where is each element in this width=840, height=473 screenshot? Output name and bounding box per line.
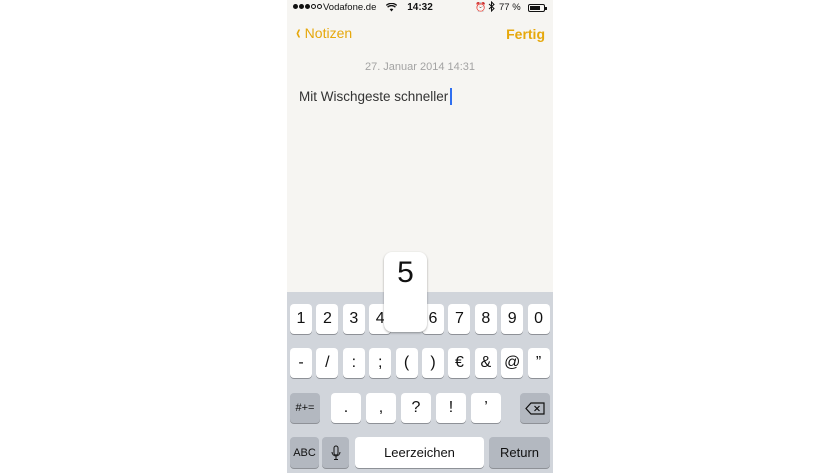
key-7-label: 7 xyxy=(454,310,464,327)
key-punct-1[interactable]: , xyxy=(366,393,396,423)
key-popup-label: 5 xyxy=(397,256,414,289)
chevron-left-icon: ‹ xyxy=(296,22,301,44)
bluetooth-icon xyxy=(488,0,495,14)
more-symbols-key-label: #+= xyxy=(295,402,315,414)
key-symbol-4[interactable]: ( xyxy=(395,348,418,378)
space-key[interactable]: Leerzeichen xyxy=(355,437,484,468)
abc-key-label: ABC xyxy=(293,446,316,459)
key-symbol-0-label: - xyxy=(298,354,304,371)
key-symbol-5[interactable]: ) xyxy=(422,348,444,378)
key-9-label: 9 xyxy=(507,310,517,327)
return-key-label: Return xyxy=(499,445,540,460)
backspace-icon xyxy=(525,401,545,415)
key-symbol-9[interactable]: ” xyxy=(527,348,550,378)
delete-key[interactable] xyxy=(520,393,550,423)
key-3-label: 3 xyxy=(349,310,359,327)
abc-key[interactable]: ABC xyxy=(290,437,319,468)
key-symbol-4-label: ( xyxy=(403,354,410,371)
key-6-label: 6 xyxy=(428,310,438,327)
key-symbol-8[interactable]: @ xyxy=(501,348,524,378)
key-symbol-2[interactable]: : xyxy=(342,348,365,378)
key-punct-2-label: ? xyxy=(411,399,421,416)
key-punct-3-label: ! xyxy=(448,399,454,416)
text-cursor xyxy=(450,88,453,105)
key-punct-4-label: ’ xyxy=(484,399,488,416)
key-punct-1-label: , xyxy=(378,399,384,416)
key-symbol-1[interactable]: / xyxy=(316,348,339,378)
key-punct-0-label: . xyxy=(343,399,349,416)
dictation-key[interactable] xyxy=(322,437,349,468)
battery-percent: 77 % xyxy=(499,2,521,13)
key-symbol-5-label: ) xyxy=(430,354,436,371)
key-1-label: 1 xyxy=(296,310,306,327)
key-2[interactable]: 2 xyxy=(316,304,339,334)
key-2-label: 2 xyxy=(322,310,332,327)
key-8-label: 8 xyxy=(481,310,491,327)
alarm-icon: ⏰ xyxy=(475,2,487,12)
key-symbol-6[interactable]: € xyxy=(448,348,471,378)
key-0[interactable]: 0 xyxy=(527,304,550,334)
key-7[interactable]: 7 xyxy=(448,304,471,334)
key-1[interactable]: 1 xyxy=(290,304,312,334)
note-body[interactable]: Mit Wischgeste schneller xyxy=(299,88,453,105)
return-key[interactable]: Return xyxy=(489,437,550,468)
key-symbol-0[interactable]: - xyxy=(290,348,312,378)
key-symbol-3[interactable]: ; xyxy=(369,348,392,378)
key-punct-0[interactable]: . xyxy=(331,393,361,423)
key-symbol-8-label: @ xyxy=(504,354,521,371)
key-punct-4[interactable]: ’ xyxy=(471,393,501,423)
key-punct-3[interactable]: ! xyxy=(436,393,466,423)
key-0-label: 0 xyxy=(534,310,544,327)
phone-screen: Vodafone.de 14:32 ⏰ 77 % ‹ Notizen Ferti… xyxy=(287,0,553,473)
key-symbol-3-label: ; xyxy=(377,354,383,371)
note-text: Mit Wischgeste schneller xyxy=(299,89,449,104)
key-punct-2[interactable]: ? xyxy=(401,393,431,423)
key-3[interactable]: 3 xyxy=(342,304,365,334)
key-symbol-7[interactable]: & xyxy=(474,348,497,378)
note-date: 27. Januar 2014 14:31 xyxy=(364,61,476,73)
key-symbol-7-label: & xyxy=(480,354,492,371)
key-symbol-1-label: / xyxy=(325,354,330,371)
battery-icon xyxy=(528,4,547,12)
key-symbol-9-label: ” xyxy=(535,354,542,371)
key-symbol-6-label: € xyxy=(454,354,464,371)
key-popup: 5 xyxy=(384,252,427,332)
status-bar: Vodafone.de 14:32 ⏰ 77 % xyxy=(287,0,553,17)
key-9[interactable]: 9 xyxy=(501,304,524,334)
microphone-icon xyxy=(331,445,340,460)
key-8[interactable]: 8 xyxy=(474,304,497,334)
done-button[interactable]: Fertig xyxy=(506,26,545,42)
key-symbol-2-label: : xyxy=(351,354,357,371)
more-symbols-key[interactable]: #+= xyxy=(290,393,320,423)
back-button[interactable]: ‹ Notizen xyxy=(295,22,353,44)
back-button-label: Notizen xyxy=(304,25,353,41)
space-key-label: Leerzeichen xyxy=(384,445,455,460)
